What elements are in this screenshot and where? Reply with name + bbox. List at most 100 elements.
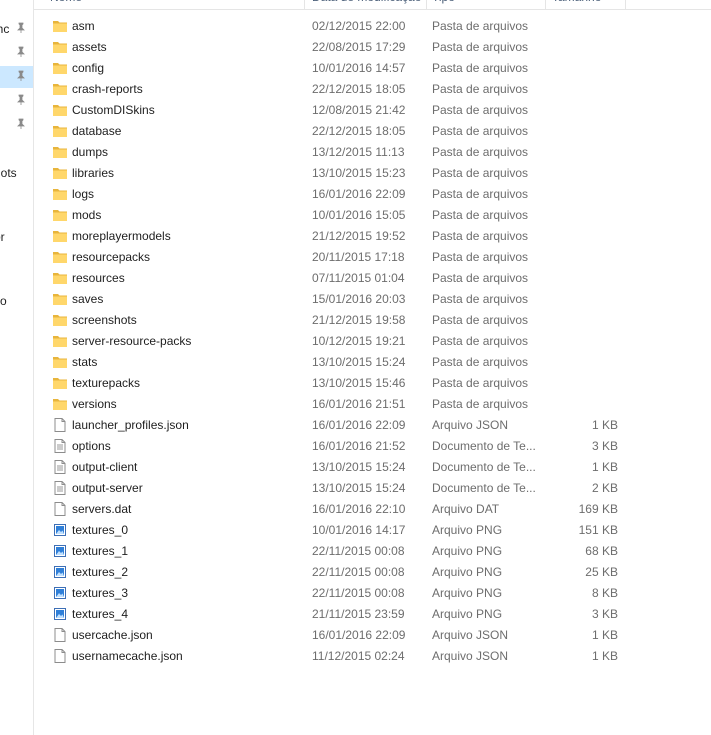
nav-item-quick-access-1[interactable] [0,42,33,64]
file-name: resources [72,271,125,285]
column-size[interactable]: Tamanho [552,0,622,9]
file-type: Pasta de arquivos [432,40,529,54]
file-row[interactable]: crash-reports 22/12/2015 18:05 Pasta de ar… [34,79,711,100]
file-row[interactable]: server-resource-packs 10/12/2015 19:21 Pas… [34,331,711,352]
image-file-icon [52,522,68,538]
file-date-modified: 15/01/2016 20:03 [312,292,406,306]
file-row[interactable]: assets 22/08/2015 17:29 Pasta de arquivos [34,37,711,58]
file-row[interactable]: usernamecache.json 11/12/2015 02:24 Arquiv… [34,646,711,667]
file-date-modified: 02/12/2015 22:00 [312,19,406,33]
nav-item-quick-access-3[interactable] [0,90,33,112]
nav-item-screenshots[interactable]: hots [0,162,33,184]
file-size: 1 KB [591,460,618,474]
folder-icon [52,207,68,223]
file-name: CustomDISkins [72,103,155,117]
file-row[interactable]: database 22/12/2015 18:05 Pasta de arquivo… [34,121,711,142]
file-type: Pasta de arquivos [432,166,529,180]
file-type: Documento de Te... [432,439,536,453]
file-name: mods [72,208,102,222]
file-row[interactable]: launcher_profiles.json 16/01/2016 22:09 Ar… [34,415,711,436]
file-row[interactable]: dumps 13/12/2015 11:13 Pasta de arquivos [34,142,711,163]
file-row[interactable]: screenshots 21/12/2015 19:58 Pasta de arqu… [34,310,711,331]
file-row[interactable]: resourcepacks 20/11/2015 17:18 Pasta de ar… [34,247,711,268]
file-type: Pasta de arquivos [432,208,529,222]
file-date-modified: 16/01/2016 21:52 [312,439,406,453]
file-row[interactable]: moreplayermodels 21/12/2015 19:52 Pasta de… [34,226,711,247]
column-header: Nome Data de modificação Tipo Tamanho [34,0,711,10]
file-date-modified: 16/01/2016 22:10 [312,502,406,516]
column-divider[interactable] [545,0,546,9]
file-row[interactable]: textures_3 22/11/2015 00:08 Arquivo PNG 8 K… [34,583,711,604]
file-row[interactable]: saves 15/01/2016 20:03 Pasta de arquivos [34,289,711,310]
file-date-modified: 11/12/2015 02:24 [312,649,405,663]
file-date-modified: 21/11/2015 23:59 [312,607,405,621]
nav-item-quick-access-2[interactable] [0,66,33,88]
file-row[interactable]: textures_0 10/01/2016 14:17 Arquivo PNG 151… [34,520,711,541]
file-type: Pasta de arquivos [432,250,529,264]
file-row[interactable]: resources 07/11/2015 01:04 Pasta de arquiv… [34,268,711,289]
file-row[interactable]: output-server 13/10/2015 15:24 Documento d… [34,478,711,499]
file-date-modified: 13/10/2015 15:46 [312,376,406,390]
file-type: Pasta de arquivos [432,61,529,75]
column-divider[interactable] [304,0,305,9]
column-divider[interactable] [625,0,626,9]
pin-icon [17,118,25,129]
file-name: assets [72,40,107,54]
nav-item-label: hots [0,166,17,180]
column-divider[interactable] [426,0,427,9]
file-row[interactable]: libraries 13/10/2015 15:23 Pasta de arquiv… [34,163,711,184]
file-row[interactable]: servers.dat 16/01/2016 22:10 Arquivo DAT 16… [34,499,711,520]
file-type: Arquivo PNG [432,565,503,579]
file-type: Arquivo PNG [432,544,503,558]
file-type: Pasta de arquivos [432,19,529,33]
file-name: dumps [72,145,109,159]
file-row[interactable]: versions 16/01/2016 21:51 Pasta de arquivo… [34,394,711,415]
file-row[interactable]: textures_2 22/11/2015 00:08 Arquivo PNG 25 … [34,562,711,583]
nav-item-folder-co[interactable]: co [0,290,33,312]
image-file-icon [52,543,68,559]
file-size: 3 KB [591,439,618,453]
file-row[interactable]: output-client 13/10/2015 15:24 Documento d… [34,457,711,478]
file-row[interactable]: stats 13/10/2015 15:24 Pasta de arquivos [34,352,711,373]
file-date-modified: 10/01/2016 14:17 [312,523,406,537]
file-row[interactable]: texturepacks 13/10/2015 15:46 Pasta de arq… [34,373,711,394]
file-row[interactable]: usercache.json 16/01/2016 22:09 Arquivo JS… [34,625,711,646]
file-row[interactable]: CustomDISkins 12/08/2015 21:42 Pasta de ar… [34,100,711,121]
file-list: asm 02/12/2015 22:00 Pasta de arquivos asse… [34,16,711,667]
file-row[interactable]: options 16/01/2016 21:52 Documento de Te..… [34,436,711,457]
file-date-modified: 13/10/2015 15:23 [312,166,406,180]
file-date-modified: 16/01/2016 22:09 [312,187,406,201]
file-type: Pasta de arquivos [432,334,529,348]
file-date-modified: 10/01/2016 15:05 [312,208,406,222]
file-type: Pasta de arquivos [432,187,529,201]
file-name: output-server [72,481,143,495]
folder-icon [52,165,68,181]
file-name: textures_2 [72,565,129,579]
image-file-icon [52,564,68,580]
column-type[interactable]: Tipo [432,0,532,9]
file-row[interactable]: asm 02/12/2015 22:00 Pasta de arquivos [34,16,711,37]
file-row[interactable]: textures_4 21/11/2015 23:59 Arquivo PNG 3 K… [34,604,711,625]
file-size: 1 KB [591,628,618,642]
file-size: 68 KB [585,544,618,558]
file-type: Pasta de arquivos [432,376,529,390]
file-row[interactable]: config 10/01/2016 14:57 Pasta de arquivos [34,58,711,79]
nav-item-folder-or[interactable]: or [0,226,33,248]
file-date-modified: 21/12/2015 19:52 [312,229,406,243]
file-name: servers.dat [72,502,132,516]
file-row[interactable]: mods 10/01/2016 15:05 Pasta de arquivos [34,205,711,226]
column-date-modified[interactable]: Data de modificação [312,0,422,9]
file-type: Pasta de arquivos [432,313,529,327]
file-type: Pasta de arquivos [432,271,529,285]
folder-icon [52,144,68,160]
navigation-pane: lhc hots or co [0,0,34,735]
file-type: Arquivo PNG [432,607,503,621]
nav-item-quick-access-4[interactable] [0,114,33,136]
folder-icon [52,123,68,139]
nav-item-quick-access-0[interactable]: lhc [0,18,33,40]
file-row[interactable]: textures_1 22/11/2015 00:08 Arquivo PNG 68 … [34,541,711,562]
folder-icon [52,81,68,97]
column-name[interactable]: Nome [50,0,280,9]
file-row[interactable]: logs 16/01/2016 22:09 Pasta de arquivos [34,184,711,205]
file-name: options [72,439,111,453]
